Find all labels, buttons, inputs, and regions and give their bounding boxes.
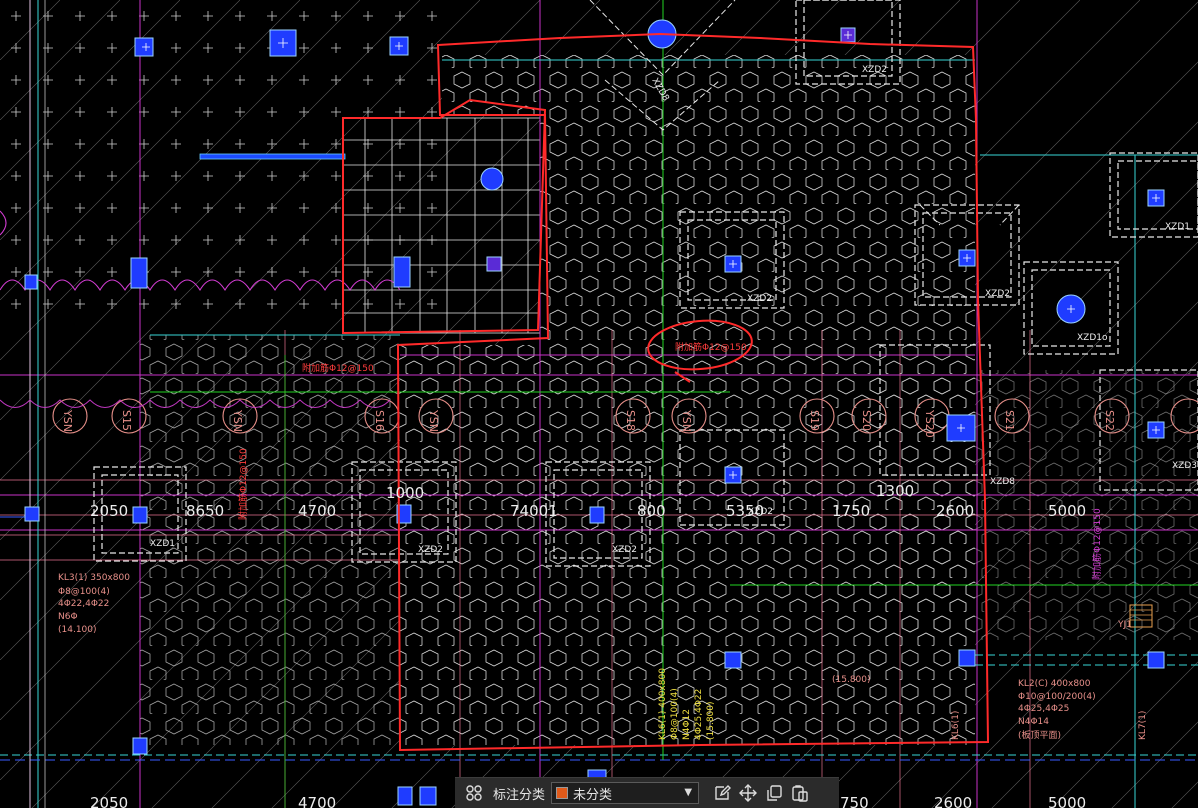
- rebar-note: 附加筋Φ12@150: [675, 341, 747, 353]
- dim-text: 1300: [876, 482, 914, 500]
- dim-text: 2600: [934, 794, 972, 808]
- move-icon[interactable]: [735, 780, 761, 806]
- rebar-note: 附加筋Φ12@150: [1091, 508, 1103, 580]
- pile-cap-label: XZD1o: [1077, 333, 1108, 343]
- category-color-swatch: [556, 787, 569, 799]
- beam-note: KL7(1): [1138, 711, 1148, 740]
- dim-text: 1000: [386, 484, 424, 502]
- dim-text: 4700: [298, 794, 336, 808]
- pile-cap-label: XZD2: [748, 507, 773, 517]
- pile-cap-label: XZD3: [1172, 461, 1197, 471]
- dim-text: 74001: [510, 502, 558, 520]
- pile-cap-label: XZD2: [747, 294, 772, 304]
- edit-icon[interactable]: [709, 780, 735, 806]
- chevron-down-icon: ▼: [684, 787, 693, 798]
- column-label: S20: [860, 410, 873, 431]
- category-dropdown[interactable]: 未分类 ▼: [551, 782, 700, 804]
- beam-note: KL2(C) 400x800: [1018, 679, 1091, 689]
- pile-cap-label: XZD2: [862, 65, 887, 75]
- beam-note: KL6(1) 400x800: [658, 668, 668, 740]
- rebar-note: 附加筋Φ12@150: [237, 448, 249, 520]
- column-label: YSN: [231, 409, 244, 432]
- paste-icon[interactable]: [787, 780, 813, 806]
- beam-note: N6Φ: [58, 612, 78, 622]
- dim-text: 800: [637, 502, 666, 520]
- beam-note: Φ10@100/200(4): [1018, 692, 1096, 702]
- pile-cap-label: XZD1: [1165, 222, 1190, 232]
- pile-cap-label: XZD1: [150, 539, 175, 549]
- cad-drawing-canvas[interactable]: 2050 8650 4700 1000 74001 800 5350 1750 …: [0, 0, 1198, 808]
- column-label: S22: [1103, 410, 1116, 431]
- copy-icon[interactable]: [761, 780, 787, 806]
- category-selected: 未分类: [573, 787, 613, 803]
- column-label: YSN: [61, 409, 74, 432]
- pile-cap-label: XZD2: [612, 545, 637, 555]
- beam-note: (板顶平面): [1018, 729, 1061, 741]
- beam-note: N4Φ12: [682, 709, 692, 740]
- column-label: S21: [1003, 410, 1016, 431]
- column-label: YS20: [923, 409, 936, 438]
- beam-note: Φ8@100(4): [58, 587, 110, 597]
- beam-note: N4Φ14: [1018, 717, 1049, 727]
- beam-note: 4Φ25,4Φ22: [694, 689, 704, 740]
- beam-note: (15.800): [832, 675, 871, 685]
- dim-text: 4700: [298, 502, 336, 520]
- dim-text: 2050: [90, 794, 128, 808]
- column-label: YSN: [427, 409, 440, 432]
- dim-text: 8650: [186, 502, 224, 520]
- grid-icon[interactable]: [461, 780, 487, 806]
- pile-cap-label: XZD8: [990, 477, 1015, 487]
- rebar-note: 附加筋Φ12@150: [302, 362, 374, 374]
- beam-note: Φ8@100(4): [670, 688, 680, 740]
- dim-text: 750: [840, 794, 869, 808]
- column-label: S19: [808, 410, 821, 431]
- beam-note: (14.100): [58, 625, 97, 635]
- column-label: S16: [373, 410, 386, 431]
- beam-note: 4Φ25,4Φ25: [1018, 704, 1069, 714]
- beam-note: KL6(1): [951, 711, 961, 740]
- beam-note: KL3(1) 350x800: [58, 573, 130, 583]
- beam-note: 4Φ22,4Φ22: [58, 599, 109, 609]
- column-label: S15: [120, 410, 133, 431]
- dim-text: 2050: [90, 502, 128, 520]
- annotation-toolbar: 标注分类 未分类 ▼: [455, 777, 839, 808]
- beam-note: (15.800): [706, 701, 716, 740]
- dim-text: 2600: [936, 502, 974, 520]
- dim-text: 5000: [1048, 794, 1086, 808]
- beam-note: YJ1: [1117, 620, 1132, 630]
- dim-text: 5000: [1048, 502, 1086, 520]
- pile-cap-label: XZD2: [985, 289, 1010, 299]
- column-label: S18: [624, 410, 637, 431]
- category-label: 标注分类: [493, 787, 546, 803]
- pile-cap-label: XZD2: [418, 545, 443, 555]
- column-label: YSN: [680, 409, 693, 432]
- dim-text: 1750: [832, 502, 870, 520]
